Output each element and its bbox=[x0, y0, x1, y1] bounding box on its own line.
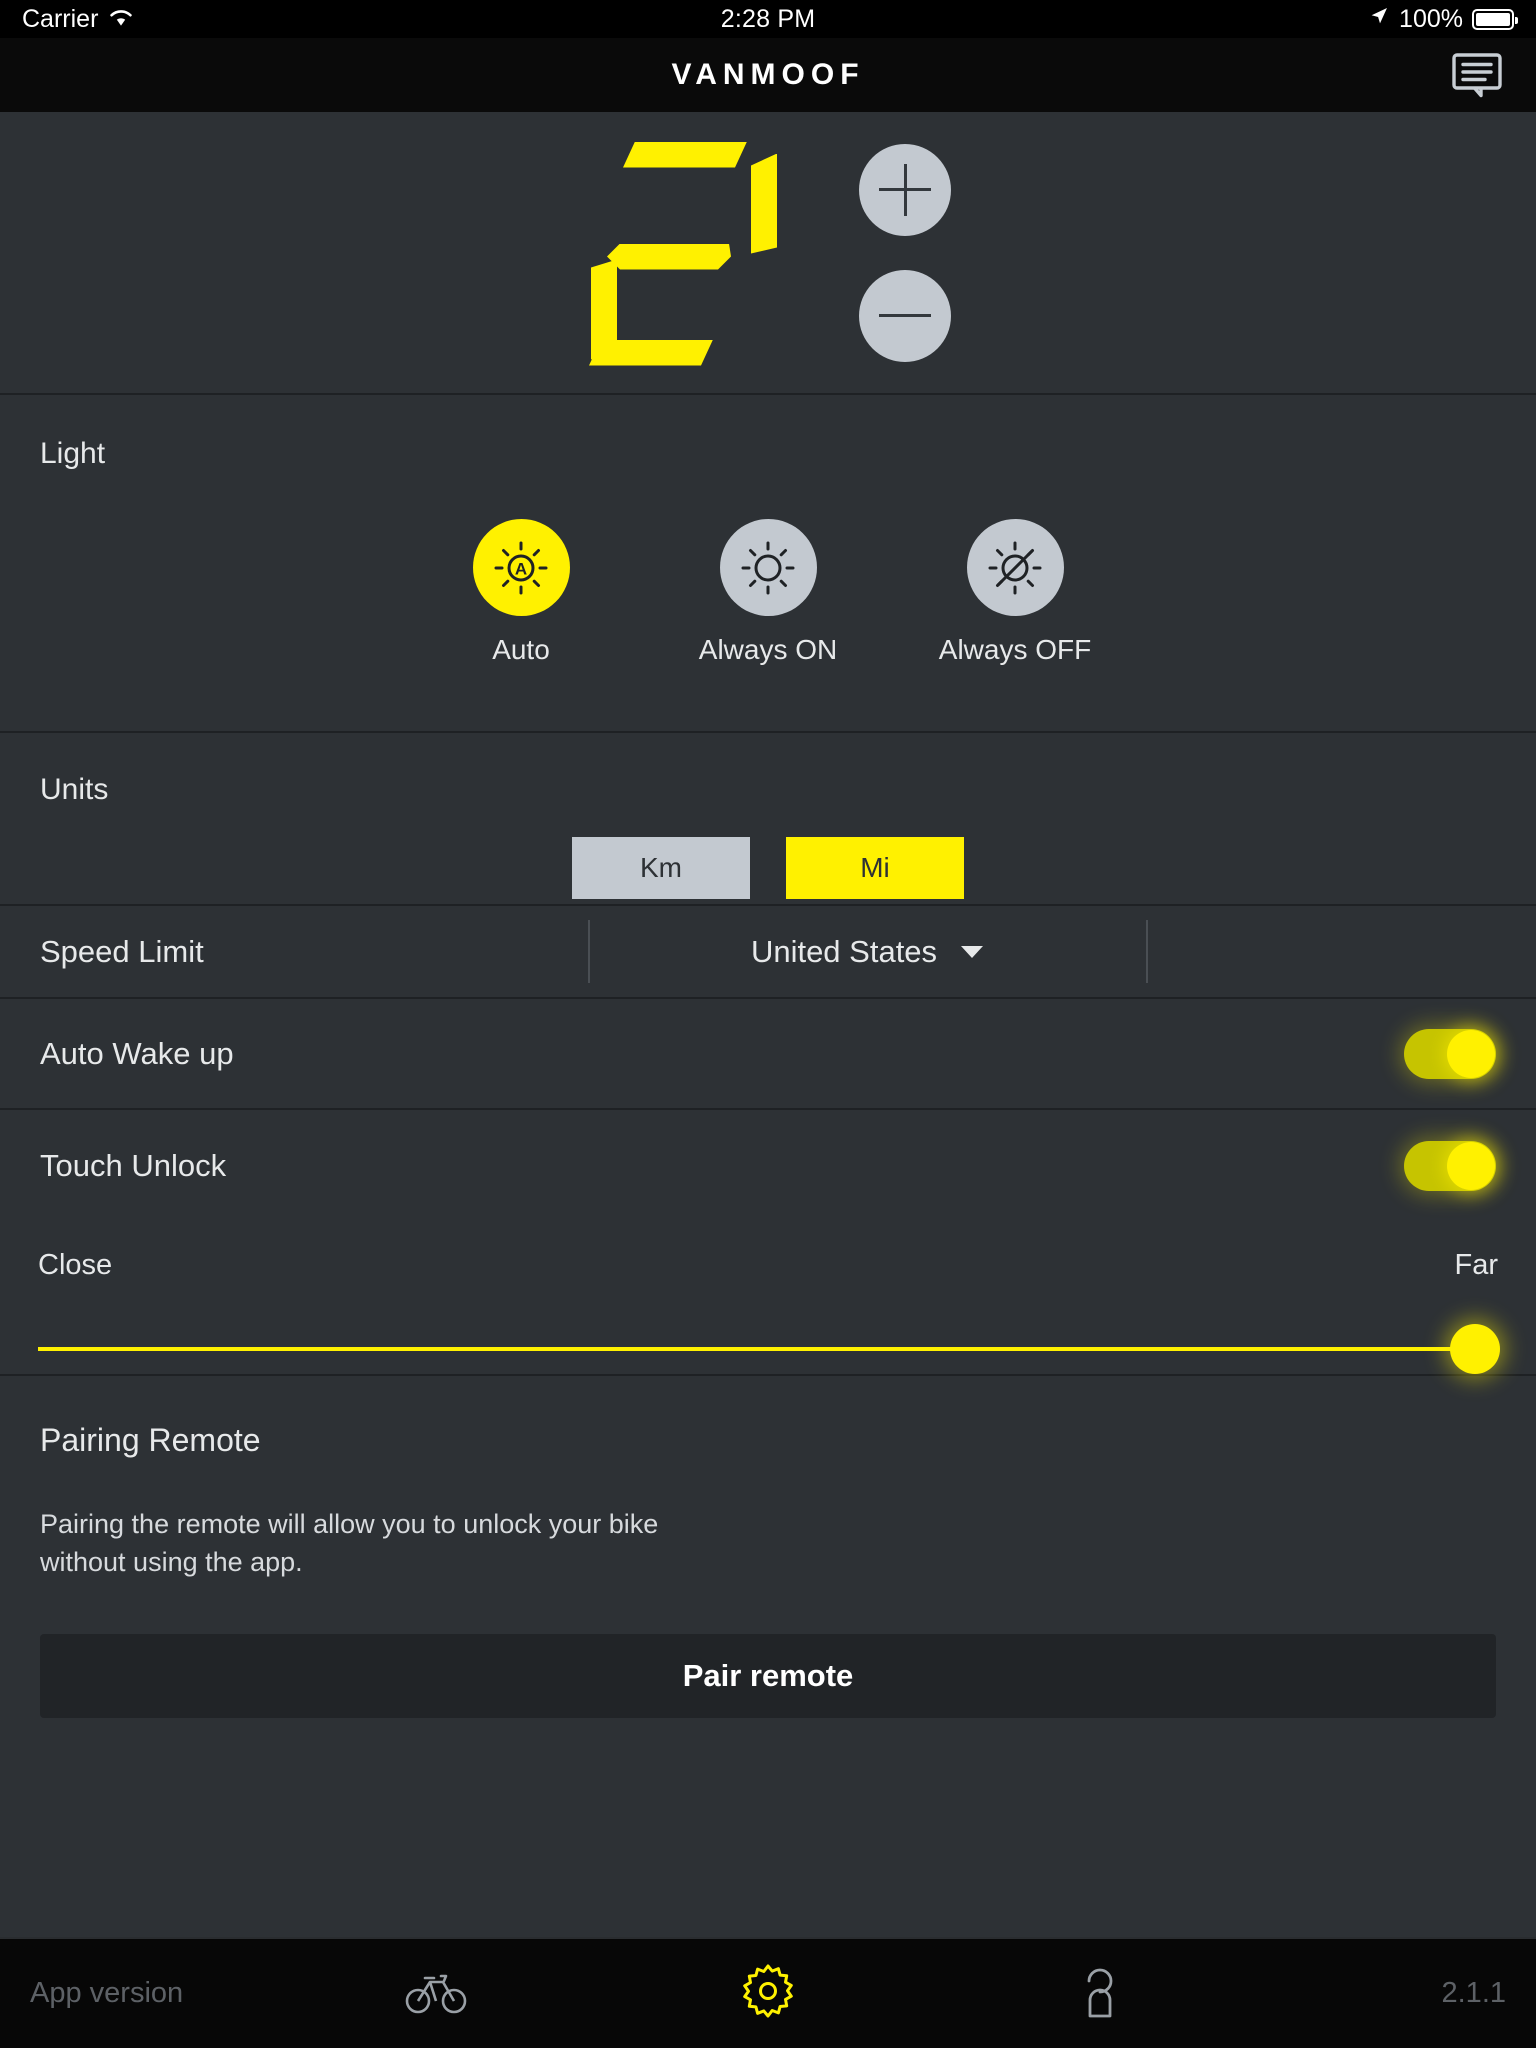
slider-max-label: Far bbox=[1454, 1249, 1499, 1281]
app-version-label: App version bbox=[30, 1977, 184, 2009]
slider-handle[interactable] bbox=[1450, 1324, 1500, 1374]
pairing-remote-title: Pairing Remote bbox=[40, 1422, 261, 1458]
status-bar-time: 2:28 PM bbox=[720, 4, 816, 33]
touch-unlock-label: Touch Unlock bbox=[40, 1147, 227, 1183]
light-section-title: Light bbox=[40, 437, 106, 470]
auto-wake-toggle[interactable] bbox=[1404, 1028, 1496, 1079]
light-section: Light A Auto Always ON Always OFF bbox=[0, 395, 1536, 733]
battery-percent-label: 100% bbox=[1399, 4, 1463, 33]
light-option-always-on[interactable]: Always ON bbox=[675, 519, 862, 666]
light-option-auto[interactable]: A Auto bbox=[428, 519, 615, 666]
light-option-label: Always OFF bbox=[938, 634, 1092, 665]
touch-unlock-row: Touch Unlock bbox=[0, 1110, 1536, 1221]
status-bar-right: 100% bbox=[1368, 4, 1518, 34]
minus-icon bbox=[879, 314, 931, 317]
speed-limit-dropdown[interactable]: United States bbox=[588, 934, 1146, 970]
location-arrow-icon bbox=[1368, 5, 1390, 34]
vanmoof-logo: VANMOOF bbox=[671, 58, 865, 91]
svg-text:A: A bbox=[515, 559, 527, 578]
assist-level-section: 2 bbox=[0, 112, 1536, 395]
unit-button-mi[interactable]: Mi bbox=[786, 837, 964, 899]
tab-settings[interactable] bbox=[602, 1939, 934, 2048]
auto-wake-row: Auto Wake up bbox=[0, 999, 1536, 1110]
seg-g bbox=[607, 244, 731, 270]
seg-a bbox=[623, 142, 747, 168]
touch-unlock-section: Touch Unlock Close Far bbox=[0, 1110, 1536, 1376]
seg-b bbox=[751, 154, 777, 254]
units-options: Km Mi bbox=[40, 837, 1496, 899]
app-version-number: 2.1.1 bbox=[1441, 1977, 1507, 2009]
units-section-title: Units bbox=[40, 773, 109, 806]
status-bar: Carrier 2:28 PM 100% bbox=[0, 0, 1536, 38]
speed-limit-label: Speed Limit bbox=[40, 933, 204, 969]
light-option-label: Auto bbox=[492, 634, 550, 665]
slider[interactable] bbox=[38, 1324, 1500, 1374]
gear-icon bbox=[740, 1963, 796, 2024]
unit-button-km[interactable]: Km bbox=[572, 837, 750, 899]
seg-e bbox=[591, 260, 617, 360]
battery-full-icon bbox=[1472, 8, 1518, 30]
light-option-always-off[interactable]: Always OFF bbox=[922, 519, 1109, 666]
speed-limit-row[interactable]: Speed Limit United States bbox=[0, 906, 1536, 999]
pair-remote-button[interactable]: Pair remote bbox=[40, 1633, 1496, 1718]
light-options: A Auto Always ON Always OFF bbox=[40, 519, 1496, 666]
units-section: Units Km Mi bbox=[0, 733, 1536, 906]
increase-assist-button[interactable] bbox=[859, 143, 951, 236]
app-screen: Carrier 2:28 PM 100% VANMOOF Light A Aut… bbox=[0, 0, 1536, 2048]
decrease-assist-button[interactable] bbox=[859, 269, 951, 362]
settings-scroll-area: 2 Light A bbox=[0, 112, 1536, 1937]
assist-level-controls bbox=[859, 143, 951, 362]
auto-wake-label: Auto Wake up bbox=[40, 1035, 234, 1071]
bicycle-icon bbox=[405, 1967, 467, 2020]
light-option-label: Always ON bbox=[698, 634, 838, 665]
sun-icon bbox=[719, 519, 817, 616]
tab-bike[interactable] bbox=[270, 1939, 602, 2048]
app-header: VANMOOF bbox=[0, 38, 1536, 112]
sun-auto-icon: A bbox=[472, 519, 570, 616]
toggle-knob bbox=[1447, 1029, 1495, 1078]
chevron-down-icon bbox=[961, 945, 984, 958]
pairing-remote-description: Pairing the remote will allow you to unl… bbox=[40, 1509, 659, 1578]
message-bubble-icon[interactable] bbox=[1448, 46, 1506, 104]
sun-off-icon bbox=[966, 519, 1064, 616]
touch-unlock-toggle[interactable] bbox=[1404, 1140, 1496, 1191]
slider-labels: Close Far bbox=[38, 1249, 1498, 1282]
touch-unlock-range: Close Far bbox=[0, 1221, 1536, 1374]
divider-right bbox=[1146, 920, 1148, 983]
slider-track bbox=[38, 1347, 1498, 1351]
toggle-knob bbox=[1447, 1141, 1495, 1190]
tab-profile[interactable] bbox=[934, 1939, 1266, 2048]
pairing-remote-section: Pairing Remote Pairing the remote will a… bbox=[0, 1376, 1536, 1937]
slider-min-label: Close bbox=[38, 1249, 113, 1281]
assist-level-display: 2 bbox=[585, 138, 785, 368]
person-icon bbox=[1076, 1963, 1124, 2024]
bottom-tab-bar: App version 2.1.1 bbox=[0, 1937, 1536, 2048]
speed-limit-value: United States bbox=[750, 933, 938, 969]
